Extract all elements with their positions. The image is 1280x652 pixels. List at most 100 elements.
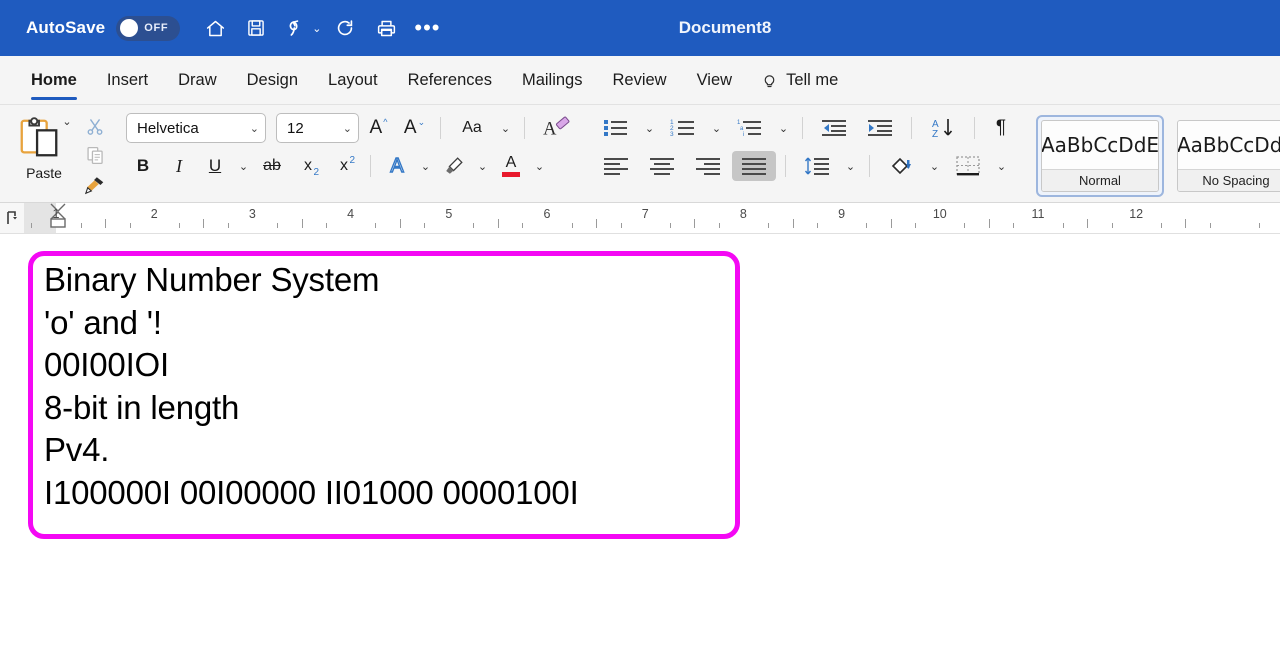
font-color-button[interactable]: A [494,151,528,181]
style-normal[interactable]: AaBbCcDdE Normal [1036,115,1164,197]
increase-indent-icon [868,120,892,136]
document-canvas[interactable]: Binary Number System 'o' and '! 00I00IOI… [0,234,1280,617]
text-effects-button[interactable]: A [380,151,414,181]
superscript-button[interactable]: x2 [327,151,361,181]
save-icon[interactable] [237,9,275,47]
tab-design[interactable]: Design [232,56,313,105]
ruler-tick [375,223,377,228]
borders-caret[interactable]: ⌄ [992,151,1011,181]
italic-button[interactable]: I [162,151,196,181]
divider [785,155,786,177]
justify-button[interactable] [732,151,776,181]
autosave-toggle[interactable]: OFF [116,15,181,41]
ruler-track[interactable]: 1 2 3 4 5 6 7 8 9 10 11 12 [24,203,1280,233]
ruler-tick [1209,223,1211,228]
quick-access-toolbar: ⌄ ••• [196,9,446,47]
font-name-combo[interactable]: Helvetica ⌄ [126,113,266,143]
ruler-tick [497,219,499,228]
tab-mailings[interactable]: Mailings [507,56,598,105]
grow-font-button[interactable]: A ^ [361,113,395,143]
bold-button[interactable]: B [126,151,160,181]
ruler-tick [1258,223,1260,228]
decrease-indent-button[interactable] [812,113,856,143]
subscript-button[interactable]: x2 [291,151,325,181]
font-color-caret[interactable]: ⌄ [530,151,549,181]
tell-me-button[interactable]: Tell me [747,71,838,90]
text-effects-caret[interactable]: ⌄ [416,151,435,181]
line-spacing-button[interactable] [795,151,839,181]
bullets-button[interactable] [594,113,638,143]
style-no-spacing[interactable]: AaBbCcDdE No Spacing [1172,115,1280,197]
tab-review[interactable]: Review [597,56,681,105]
lightbulb-icon [764,74,775,87]
divider [974,117,975,139]
ruler-number: 9 [838,207,846,221]
clear-formatting-button[interactable]: A [534,113,578,143]
sort-button[interactable]: A Z [921,113,965,143]
change-case-caret[interactable]: ⌄ [496,113,515,143]
more-icon[interactable]: ••• [408,9,446,47]
underline-caret[interactable]: ⌄ [234,151,253,181]
numbering-button[interactable]: 1 2 3 [661,113,705,143]
tell-me-label: Tell me [786,70,839,89]
style-preview: AaBbCcDdE [1042,133,1158,157]
copy-button[interactable] [80,142,110,169]
paragraph-row-1: ⌄ 1 2 3 ⌄ 1 a i ⌄ A Z ¶ [594,113,1018,143]
tab-draw[interactable]: Draw [163,56,232,105]
font-size-combo[interactable]: 12 ⌄ [276,113,359,143]
tab-stop-selector[interactable] [0,203,24,233]
ruler[interactable]: 1 2 3 4 5 6 7 8 9 10 11 12 [0,203,1280,234]
show-formatting-marks-button[interactable]: ¶ [984,113,1018,143]
shading-button[interactable] [879,151,923,181]
ruler-tick [1062,223,1064,228]
multilevel-list-caret[interactable]: ⌄ [774,113,793,143]
ruler-number: 11 [1031,207,1045,221]
home-icon[interactable] [196,9,234,47]
ruler-number: 6 [543,207,551,221]
divider [911,117,912,139]
highlight-button[interactable] [437,151,471,181]
align-center-button[interactable] [640,151,684,181]
paste-icon [20,117,58,157]
shrink-font-button[interactable]: A ⌄ [397,113,431,143]
divider [440,117,441,139]
clipboard-group: ⌄ Paste [0,105,118,202]
ruler-tick [129,223,131,228]
title-bar: AutoSave OFF ⌄ ••• Document8 [0,0,1280,56]
line-spacing-caret[interactable]: ⌄ [841,151,860,181]
autosave-toggle-knob [120,19,139,37]
tab-view[interactable]: View [682,56,747,105]
multilevel-list-button[interactable]: 1 a i [728,113,772,143]
ruler-number: 7 [641,207,649,221]
borders-button[interactable] [946,151,990,181]
align-center-icon [650,158,674,175]
divider [869,155,870,177]
undo-dropdown-caret[interactable]: ⌄ [312,22,321,35]
paste-dropdown-caret[interactable]: ⌄ [62,115,71,128]
align-right-button[interactable] [686,151,730,181]
align-left-button[interactable] [594,151,638,181]
redo-icon[interactable] [326,9,364,47]
numbering-caret[interactable]: ⌄ [707,113,726,143]
underline-button[interactable]: U [198,151,232,181]
strikethrough-button[interactable]: ab [255,151,289,181]
cut-button[interactable] [80,113,110,140]
tab-home[interactable]: Home [16,56,92,105]
tab-insert[interactable]: Insert [92,56,163,105]
tab-references[interactable]: References [393,56,507,105]
highlight-caret[interactable]: ⌄ [473,151,492,181]
increase-indent-button[interactable] [858,113,902,143]
ruler-tick [596,219,598,228]
print-icon[interactable] [367,9,405,47]
change-case-button[interactable]: Aa [450,113,494,143]
shading-caret[interactable]: ⌄ [925,151,944,181]
ruler-tick [890,219,892,228]
ruler-tick [80,223,82,228]
undo-icon[interactable] [278,9,316,47]
paste-button[interactable]: ⌄ Paste [12,109,76,202]
ruler-number: 8 [739,207,747,221]
format-painter-button[interactable] [80,171,110,198]
document-body-text[interactable]: Binary Number System 'o' and '! 00I00IOI… [44,259,579,514]
bullets-caret[interactable]: ⌄ [640,113,659,143]
tab-layout[interactable]: Layout [313,56,393,105]
